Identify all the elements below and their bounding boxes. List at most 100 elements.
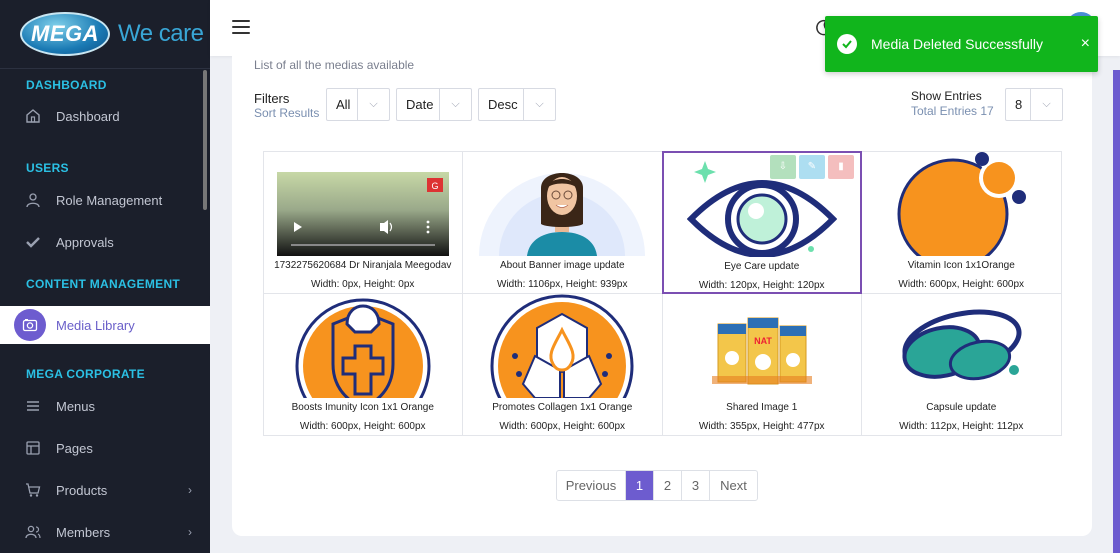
media-dimensions: Width: 355px, Height: 477px [698,420,825,432]
cart-icon [24,481,42,499]
media-thumbnail [463,152,662,256]
section-users: USERS [26,161,69,175]
media-name: Shared Image 1 [726,401,798,413]
chevron-down-icon: ⌵ [439,89,471,120]
type-filter-select[interactable]: All ⌵ [326,88,390,121]
sidebar-item-label: Approvals [56,234,114,250]
select-value: All [336,97,351,112]
brand-logo[interactable]: MEGA We care [0,0,210,68]
immunity-shield-image [295,298,431,398]
media-dimensions: Width: 600px, Height: 600px [499,420,626,432]
media-thumbnail [862,294,1061,398]
section-dashboard: DASHBOARD [26,78,107,92]
section-content-management: CONTENT MANAGEMENT [26,277,181,291]
sidebar-item-label: Dashboard [56,108,120,124]
chevron-down-icon: ⌵ [357,89,389,120]
media-dimensions: Width: 600px, Height: 600px [898,278,1025,290]
media-name: 1732275620684 Dr Niranjala Meegodav [274,259,452,271]
chevron-right-icon: › [188,483,192,497]
sidebar-item-pages[interactable]: Pages [0,430,210,466]
close-icon[interactable]: × [1081,36,1090,52]
user-icon [24,191,42,209]
download-icon[interactable]: ⇩ [770,154,796,179]
sidebar-item-label: Menus [56,398,96,414]
check-icon [24,233,42,251]
chevron-right-icon: › [188,525,192,539]
total-entries-label: Total Entries 17 [911,104,994,118]
collagen-image [490,294,634,398]
brand-tagline: We care [118,20,204,47]
media-tile[interactable]: Promotes Collagen 1x1 Orange Width: 600p… [462,292,663,436]
product-boxes-image: NAT [711,317,812,384]
media-tile[interactable]: Boosts Imunity Icon 1x1 Orange Width: 60… [262,292,463,436]
media-name: Boosts Imunity Icon 1x1 Orange [291,401,434,413]
camera-icon [14,309,46,341]
page-button-3[interactable]: 3 [682,471,710,500]
sidebar-item-label: Members [56,524,111,540]
sidebar-item-label: Media Library [56,317,135,333]
vitamin-icon-image [897,151,1027,256]
show-entries-label: Show Entries [911,89,982,103]
page-button-2[interactable]: 2 [654,471,682,500]
delete-icon[interactable]: ▮ [828,154,854,179]
media-tile[interactable]: NAT Shared Image 1 Width: 355px, Height:… [661,292,862,436]
sidebar-item-media-library[interactable]: Media Library [0,306,210,344]
media-grid: G 1732275620684 Dr Niranjala Meegodav Wi… [262,150,1062,436]
media-tile[interactable]: Vitamin Icon 1x1Orange Width: 600px, Hei… [861,150,1062,294]
hamburger-menu-icon[interactable] [232,20,250,34]
sort-by-select[interactable]: Date ⌵ [396,88,472,121]
select-value: Desc [488,97,518,112]
tile-action-buttons: ⇩ ✎ ▮ [770,154,854,179]
sidebar-lower: MEGA CORPORATE Menus Pages Products › Me… [0,354,210,553]
media-thumbnail [264,294,463,398]
sidebar-item-approvals[interactable]: Approvals [0,224,210,260]
home-icon [24,107,42,125]
doctor-image [479,172,646,256]
svg-text:NAT: NAT [754,336,772,346]
media-name: Vitamin Icon 1x1Orange [907,259,1015,271]
members-icon [24,523,42,541]
media-thumbnail [463,294,662,398]
pagination: Previous 1 2 3 Next [556,470,758,501]
edit-icon[interactable]: ✎ [799,154,825,179]
select-value: 8 [1015,97,1023,112]
entries-per-page-select[interactable]: 8 ⌵ [1005,88,1063,121]
page-subtitle: List of all the medias available [254,58,415,72]
section-mega-corporate: MEGA CORPORATE [26,367,145,381]
media-name: Eye Care update [724,260,800,272]
sidebar-item-label: Products [56,482,108,498]
chevron-down-icon: ⌵ [1030,89,1062,120]
pages-icon [24,439,42,457]
menu-icon [24,397,42,415]
media-dimensions: Width: 1106px, Height: 939px [497,278,628,290]
next-page-button[interactable]: Next [710,471,757,500]
video-thumbnail: G [276,171,449,256]
mega-logo-badge: MEGA [20,12,110,56]
media-thumbnail: NAT [663,294,862,398]
filters-label: Filters [254,91,290,106]
media-thumbnail [862,151,1061,256]
sidebar-item-products[interactable]: Products › [0,472,210,508]
sidebar-divider [0,68,210,69]
sidebar-item-menus[interactable]: Menus [0,388,210,424]
media-name: Promotes Collagen 1x1 Orange [492,401,633,413]
previous-page-button[interactable]: Previous [557,471,626,500]
success-toast: Media Deleted Successfully × [825,16,1098,72]
right-accent-bar [1113,70,1120,553]
sidebar-item-dashboard[interactable]: Dashboard [0,98,210,134]
sidebar-item-label: Pages [56,440,93,456]
media-tile[interactable]: G 1732275620684 Dr Niranjala Meegodav Wi… [262,150,463,294]
media-tile[interactable]: About Banner image update Width: 1106px,… [462,150,663,294]
chevron-down-icon: ⌵ [523,89,555,120]
media-thumbnail: G [264,152,463,256]
media-tile-selected[interactable]: ⇩ ✎ ▮ Eye Care update Width: 120px, Heig… [661,150,862,294]
svg-text:G: G [431,181,438,191]
sidebar-item-role-management[interactable]: Role Management [0,182,210,218]
media-tile[interactable]: Capsule update Width: 112px, Height: 112… [861,292,1062,436]
media-library-card: List of all the medias available Filters… [232,56,1092,536]
order-select[interactable]: Desc ⌵ [478,88,556,121]
check-circle-icon [837,34,857,54]
sidebar-item-members[interactable]: Members › [0,514,210,550]
page-button-1[interactable]: 1 [626,471,654,500]
sidebar-item-label: Role Management [56,192,163,208]
